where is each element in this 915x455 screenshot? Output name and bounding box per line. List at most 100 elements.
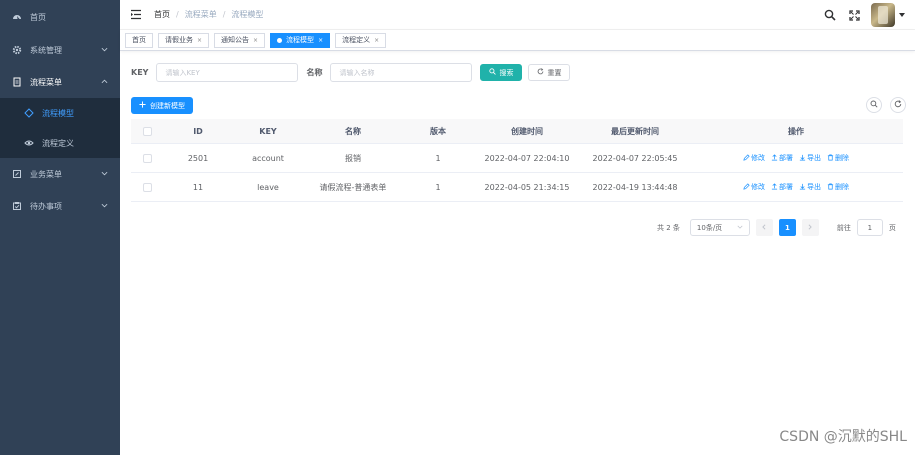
goto-input[interactable]: 1 — [856, 219, 883, 236]
delete-button[interactable]: 删除 — [827, 182, 849, 192]
cell-created: 2022-04-05 21:34:15 — [484, 182, 570, 192]
page-number-current[interactable]: 1 — [778, 219, 796, 236]
chevron-down-icon — [101, 46, 108, 55]
breadcrumb: 首页 / 流程菜单 / 流程模型 — [154, 9, 263, 20]
column-header: 名称 — [345, 126, 361, 136]
edit-icon — [743, 182, 750, 192]
close-icon[interactable]: × — [197, 37, 202, 44]
search-button[interactable]: 搜索 — [480, 64, 523, 81]
sidebar-item-label: 待办事项 — [30, 201, 62, 211]
select-all-checkbox[interactable] — [142, 126, 152, 136]
export-label: 导出 — [807, 183, 821, 191]
breadcrumb-item[interactable]: 首页 — [154, 9, 170, 20]
export-button[interactable]: 导出 — [799, 153, 821, 163]
cell-updated: 2022-04-07 22:05:45 — [592, 153, 678, 163]
next-page-button[interactable] — [801, 219, 819, 236]
sidebar-item-label: 流程定义 — [42, 138, 74, 148]
prev-page-button[interactable] — [755, 219, 773, 236]
reset-button-label: 重置 — [547, 68, 562, 77]
edit-icon — [12, 169, 22, 179]
cell-key: leave — [257, 182, 279, 192]
breadcrumb-item: 流程菜单 — [184, 10, 217, 19]
page-size-value: 10条/页 — [696, 223, 723, 232]
key-input[interactable] — [156, 63, 299, 82]
cell-actions: 修改 部署 导出 删除 — [689, 153, 903, 163]
goto-label: 前往 — [836, 223, 851, 232]
deploy-button[interactable]: 部署 — [771, 153, 793, 163]
total-count: 共 2 条 — [657, 223, 680, 232]
search-icon — [870, 100, 878, 110]
tag-model[interactable]: 流程模型 × — [270, 32, 331, 48]
export-button[interactable]: 导出 — [799, 182, 821, 192]
edit-button[interactable]: 修改 — [743, 153, 765, 163]
chevron-up-icon — [101, 78, 108, 87]
close-icon[interactable]: × — [318, 37, 323, 44]
tag-label: 流程模型 — [286, 36, 315, 44]
chevron-right-icon — [807, 223, 813, 232]
tag-label: 流程定义 — [342, 36, 371, 44]
row-check-cell — [131, 182, 163, 192]
row-checkbox[interactable] — [142, 182, 152, 192]
refresh-table-button[interactable] — [890, 97, 906, 113]
sidebar-item-label: 系统管理 — [30, 45, 62, 55]
avatar[interactable] — [871, 3, 895, 27]
column-header: 操作 — [788, 126, 804, 136]
search-icon[interactable] — [823, 8, 837, 22]
page-jumper: 前往 1 页 — [837, 219, 896, 236]
name-input[interactable] — [330, 63, 473, 82]
cell-created: 2022-04-07 22:04:10 — [484, 153, 570, 163]
sidebar: 首页 系统管理 流程菜单 流程模型 流程定义 业务菜单 待办事项 — [0, 0, 120, 455]
column-header: KEY — [259, 126, 277, 136]
column-header: 创建时间 — [511, 126, 543, 136]
row-checkbox[interactable] — [142, 153, 152, 163]
chevron-down-icon — [737, 224, 743, 232]
edit-label: 修改 — [751, 154, 765, 162]
flow-icon — [24, 108, 34, 118]
tag-home[interactable]: 首页 — [125, 32, 153, 48]
chevron-left-icon — [761, 223, 767, 232]
tag-label: 首页 — [132, 36, 146, 44]
caret-down-icon[interactable] — [899, 11, 905, 20]
cell-version: 1 — [435, 153, 441, 163]
download-icon — [799, 183, 806, 192]
fullscreen-icon[interactable] — [847, 8, 861, 22]
page-size-select[interactable]: 10条/页 — [689, 219, 750, 236]
export-label: 导出 — [807, 154, 821, 162]
sidebar-item-todo[interactable]: 待办事项 — [0, 190, 120, 222]
trash-icon — [827, 154, 834, 163]
deploy-button[interactable]: 部署 — [771, 182, 793, 192]
close-icon[interactable]: × — [374, 37, 379, 44]
hamburger-icon[interactable] — [130, 9, 142, 21]
sidebar-item-definition[interactable]: 流程定义 — [0, 128, 120, 158]
active-dot-icon — [277, 37, 283, 43]
sidebar-item-label: 流程菜单 — [30, 77, 62, 87]
edit-button[interactable]: 修改 — [743, 182, 765, 192]
create-model-button[interactable]: 创建新模型 — [131, 97, 193, 114]
select-all-cell — [131, 126, 163, 136]
sidebar-item-model[interactable]: 流程模型 — [0, 98, 120, 128]
sidebar-item-system[interactable]: 系统管理 — [0, 34, 120, 66]
sidebar-item-business[interactable]: 业务菜单 — [0, 158, 120, 190]
pagination: 共 2 条 10条/页 1 前往 1 页 — [657, 219, 896, 236]
tag-label: 请假业务 — [165, 36, 193, 44]
upload-icon — [771, 182, 778, 192]
tags-view: 首页 请假业务 × 通知公告 × 流程模型 × 流程定义 × — [120, 30, 915, 51]
cell-name: 报销 — [345, 153, 361, 163]
table-row: 11 leave 请假流程-普通表单 1 2022-04-05 21:34:15… — [131, 173, 903, 202]
column-header: 版本 — [430, 126, 446, 136]
sidebar-item-home[interactable]: 首页 — [0, 0, 120, 34]
toggle-search-button[interactable] — [866, 97, 882, 113]
sidebar-item-process[interactable]: 流程菜单 — [0, 66, 120, 98]
table-header: ID KEY 名称 版本 创建时间 最后更新时间 操作 — [131, 119, 903, 144]
delete-label: 删除 — [835, 154, 849, 162]
tag-definition[interactable]: 流程定义 × — [335, 32, 387, 48]
delete-button[interactable]: 删除 — [827, 153, 849, 163]
close-icon[interactable]: × — [253, 37, 258, 44]
name-label: 名称 — [306, 68, 323, 77]
reset-button[interactable]: 重置 — [528, 64, 571, 81]
sidebar-item-label: 首页 — [30, 12, 46, 22]
tag-notice[interactable]: 通知公告 × — [214, 32, 266, 48]
tag-leave[interactable]: 请假业务 × — [158, 32, 210, 48]
tag-label: 通知公告 — [221, 36, 250, 44]
deploy-label: 部署 — [779, 154, 793, 162]
